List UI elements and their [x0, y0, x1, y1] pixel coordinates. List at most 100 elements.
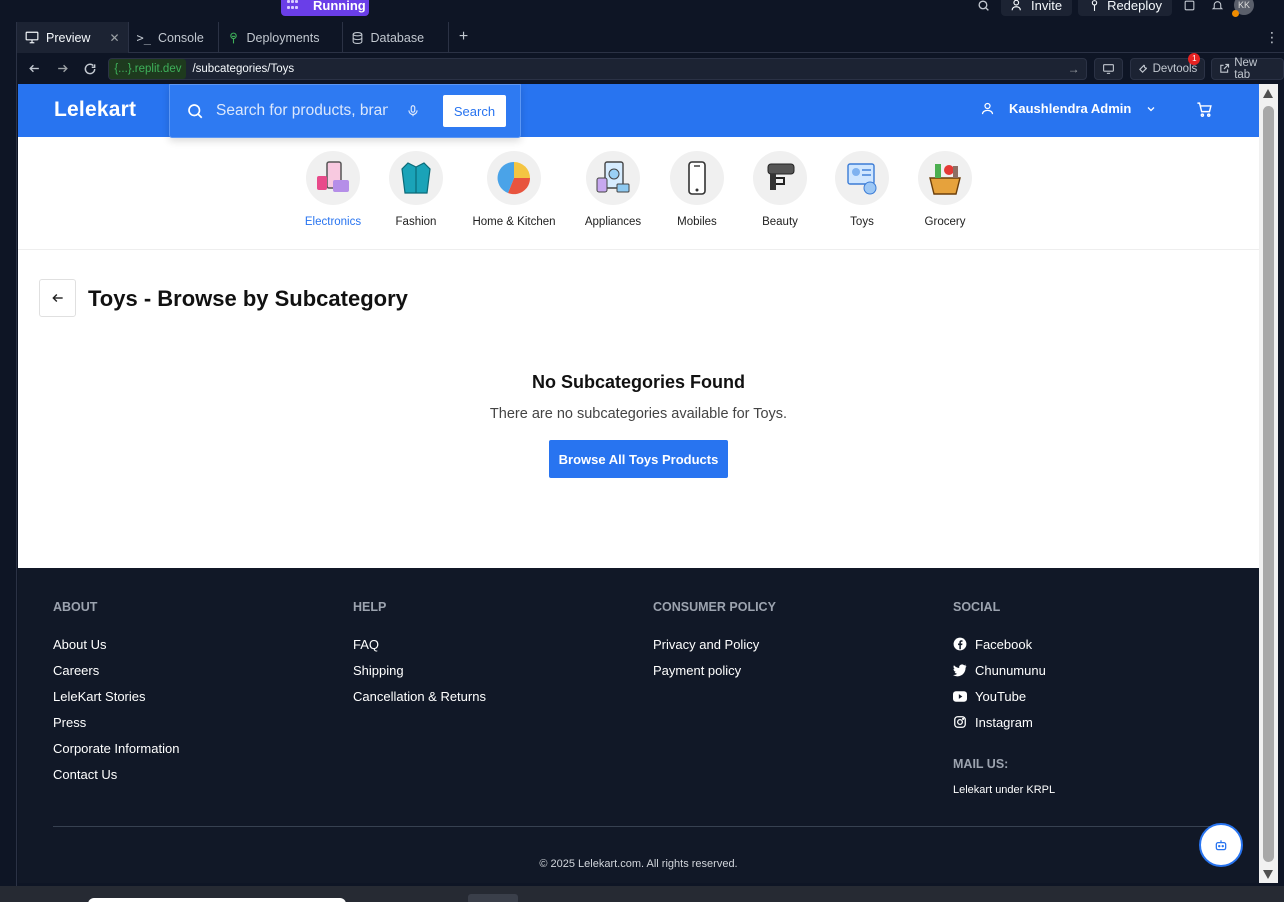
external-link-icon: [1220, 63, 1230, 73]
category-fashion[interactable]: Fashion: [361, 151, 471, 228]
redeploy-label: Redeploy: [1107, 0, 1162, 13]
footer-link[interactable]: Shipping: [353, 657, 486, 683]
footer-help: HELP FAQ Shipping Cancellation & Returns: [353, 600, 486, 709]
user-icon: [981, 102, 994, 115]
youtube-label: YouTube: [975, 688, 1027, 704]
footer-link[interactable]: Payment policy: [653, 657, 776, 683]
electronics-icon: [306, 151, 360, 205]
footer-heading: HELP: [353, 600, 387, 614]
instagram-label: Instagram: [975, 714, 1033, 730]
add-tab-button[interactable]: +: [449, 22, 479, 52]
external-window-icon[interactable]: [1178, 0, 1200, 16]
user-menu[interactable]: Kaushlendra Admin: [980, 101, 1157, 116]
youtube-link[interactable]: YouTube: [953, 683, 1055, 709]
terminal-icon: >_: [136, 30, 151, 45]
footer-heading: CONSUMER POLICY: [653, 600, 776, 614]
facebook-icon: [953, 637, 967, 651]
chevron-down-icon: [1147, 106, 1155, 111]
category-home-kitchen[interactable]: Home & Kitchen: [459, 151, 569, 228]
footer-link[interactable]: Privacy and Policy: [653, 631, 776, 657]
bell-icon[interactable]: [1206, 0, 1228, 16]
category-grocery[interactable]: Grocery: [890, 151, 1000, 228]
scroll-thumb[interactable]: [1263, 106, 1274, 862]
site-logo[interactable]: Lelekart: [54, 98, 136, 122]
footer-consumer-policy: CONSUMER POLICY Privacy and Policy Payme…: [653, 600, 776, 683]
beauty-icon: [753, 151, 807, 205]
new-tab-label: New tab: [1234, 56, 1258, 81]
footer-social: SOCIAL Facebook Chunumunu YouTube Instag…: [953, 600, 1055, 796]
scroll-up-arrow-icon[interactable]: [1263, 89, 1273, 98]
browse-all-button[interactable]: Browse All Toys Products: [549, 440, 728, 478]
tab-deployments-label: Deployments: [246, 30, 320, 45]
instagram-icon: [954, 716, 966, 728]
search-icon[interactable]: [973, 0, 995, 16]
instagram-link[interactable]: Instagram: [953, 709, 1055, 735]
avatar[interactable]: KK: [1232, 0, 1254, 17]
go-arrow-icon[interactable]: →: [1068, 62, 1080, 76]
more-options-icon[interactable]: ⋮: [1260, 22, 1284, 52]
tab-database[interactable]: Database: [343, 22, 449, 53]
invite-button[interactable]: Invite: [1000, 0, 1073, 16]
invite-label: Invite: [1030, 0, 1063, 13]
footer-link[interactable]: Contact Us: [53, 761, 179, 787]
workspace-tabs: Preview ✕ >_ Console Deployments Databas…: [17, 22, 1284, 53]
redeploy-button[interactable]: Redeploy: [1078, 0, 1172, 16]
tab-console[interactable]: >_ Console: [129, 22, 219, 53]
mail-heading: MAIL US:: [953, 757, 1009, 771]
tab-preview[interactable]: Preview ✕: [17, 22, 129, 53]
devtools-button[interactable]: Devtools 1: [1129, 52, 1206, 80]
preview-viewport: Lelekart Search for products, brands and…: [18, 84, 1259, 883]
footer-link[interactable]: Corporate Information: [53, 735, 179, 761]
category-label: Toys: [850, 216, 874, 228]
search-input[interactable]: Search for products, brands and more: [216, 102, 388, 120]
new-tab-button[interactable]: New tab: [1211, 56, 1284, 81]
footer-link[interactable]: About Us: [53, 631, 179, 657]
reload-icon[interactable]: [79, 57, 103, 81]
stop-grid-icon: [287, 0, 299, 10]
footer-heading: SOCIAL: [953, 600, 1001, 614]
robot-icon: [1215, 840, 1227, 851]
deploy-icon: [1091, 0, 1098, 11]
run-status-label: Running: [313, 0, 366, 13]
replit-topbar: Running Invite Redeploy KK: [0, 0, 1284, 22]
tab-database-label: Database: [370, 30, 425, 45]
tab-preview-label: Preview: [46, 30, 91, 45]
empty-state-title: No Subcategories Found: [531, 372, 745, 392]
chatbot-button[interactable]: [1199, 823, 1243, 867]
url-host: {...}.replit.dev: [109, 58, 187, 79]
twitter-link[interactable]: Chunumunu: [953, 657, 1055, 683]
deploy-icon: [229, 32, 237, 43]
scroll-down-arrow-icon[interactable]: [1263, 870, 1273, 879]
back-arrow-icon: [51, 294, 63, 302]
taskbar-item: [468, 894, 518, 902]
tab-deployments[interactable]: Deployments: [219, 22, 343, 53]
footer-link[interactable]: Press: [53, 709, 179, 735]
footer-link[interactable]: Cancellation & Returns: [353, 683, 486, 709]
copyright: © 2025 Lelekart.com. All rights reserved…: [539, 858, 738, 870]
url-field[interactable]: {...}.replit.dev /subcategories/Toys →: [108, 57, 1087, 80]
search-button[interactable]: Search: [443, 95, 506, 127]
search-icon: [186, 102, 204, 120]
wrench-icon: [1138, 64, 1147, 73]
screen-icon[interactable]: [1093, 57, 1123, 80]
facebook-link[interactable]: Facebook: [953, 631, 1055, 657]
run-status-button[interactable]: Running: [281, 0, 369, 16]
category-label: Beauty: [762, 216, 798, 228]
back-button[interactable]: [39, 279, 76, 317]
category-strip: Electronics Fashion Home & Kitchen Appli…: [18, 137, 1259, 250]
cart-icon[interactable]: [1196, 101, 1213, 118]
search-bar[interactable]: Search for products, brands and more Sea…: [169, 84, 521, 138]
microphone-icon[interactable]: [406, 103, 420, 119]
footer-about: ABOUT About Us Careers LeleKart Stories …: [53, 600, 179, 787]
taskbar-pill: [88, 898, 346, 902]
page-scrollbar[interactable]: [1259, 84, 1278, 883]
database-icon: [352, 31, 362, 44]
close-icon[interactable]: ✕: [109, 31, 119, 45]
back-arrow-icon[interactable]: [23, 57, 47, 81]
footer-link[interactable]: FAQ: [353, 631, 486, 657]
footer-link[interactable]: LeleKart Stories: [53, 683, 179, 709]
youtube-icon: [953, 690, 967, 702]
footer-link[interactable]: Careers: [53, 657, 179, 683]
tab-console-label: Console: [157, 30, 204, 45]
forward-arrow-icon[interactable]: [51, 57, 75, 81]
